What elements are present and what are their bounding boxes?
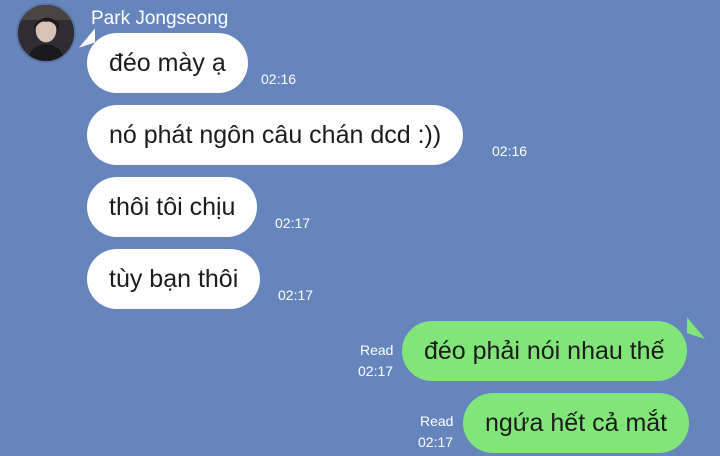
chat-view: Park Jongseong đéo mày ạ 02:16 nó phát n… [0, 0, 720, 456]
outgoing-message[interactable]: đéo phải nói nhau thế [402, 321, 687, 381]
incoming-message[interactable]: đéo mày ạ [87, 33, 248, 93]
sender-avatar[interactable] [16, 3, 76, 63]
message-text: đéo phải nói nhau thế [424, 336, 665, 365]
message-time: 02:17 [275, 215, 311, 231]
incoming-message[interactable]: tùy bạn thôi [87, 249, 261, 309]
avatar-photo-icon [18, 5, 74, 61]
message-time: 02:17 [278, 287, 314, 303]
message-text: thôi tôi chịu [109, 192, 236, 221]
message-time: 02:16 [261, 71, 297, 87]
message-text: ngứa hết cả mắt [485, 408, 668, 437]
message-time: 02:16 [492, 143, 528, 159]
outgoing-message[interactable]: ngứa hết cả mắt [463, 393, 690, 453]
message-time: 02:17 [358, 363, 394, 379]
incoming-message[interactable]: thôi tôi chịu [87, 177, 258, 237]
message-time: 02:17 [418, 434, 454, 450]
incoming-message[interactable]: nó phát ngôn câu chán dcd :)) [87, 105, 464, 165]
sender-name[interactable]: Park Jongseong [91, 8, 228, 30]
read-receipt: Read [360, 342, 394, 358]
read-receipt: Read [420, 413, 454, 429]
outgoing-bubble-tail [687, 317, 705, 339]
message-text: đéo mày ạ [109, 48, 226, 77]
message-text: nó phát ngôn câu chán dcd :)) [109, 120, 442, 149]
message-text: tùy bạn thôi [109, 264, 239, 293]
